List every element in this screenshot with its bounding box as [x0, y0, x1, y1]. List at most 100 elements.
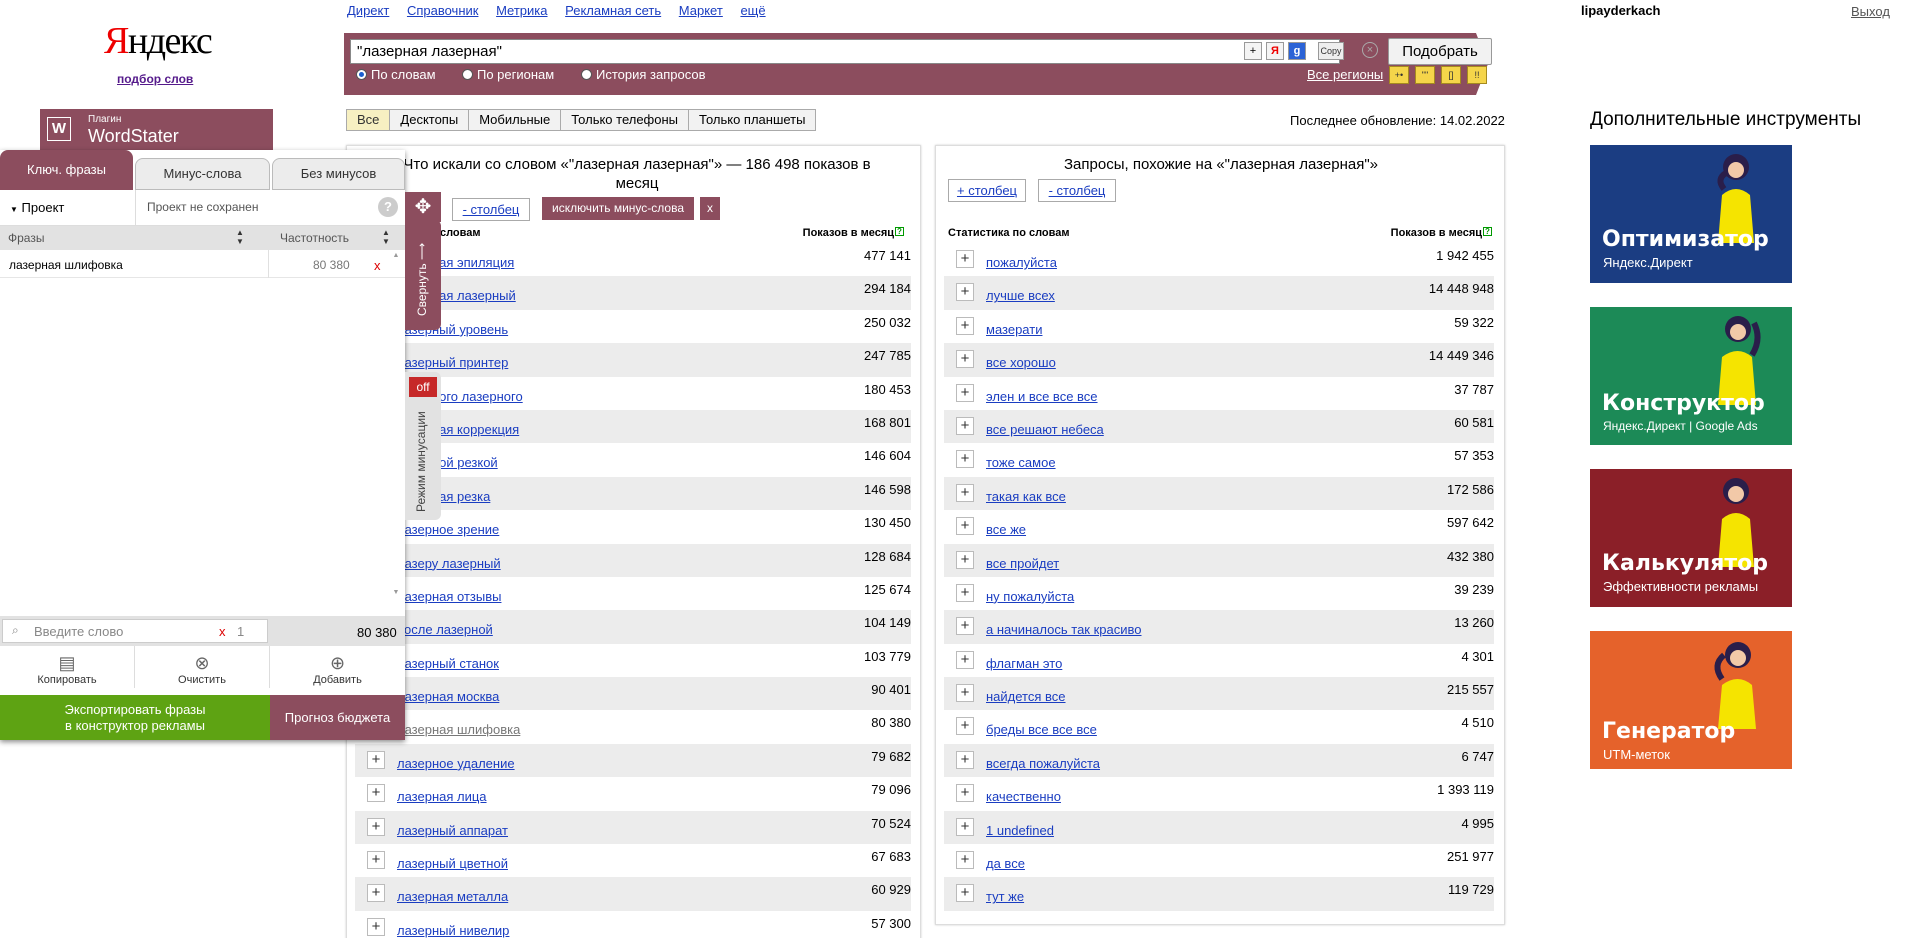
move-icon[interactable]: ✥: [405, 192, 441, 222]
scroll-up-icon[interactable]: ▲: [391, 252, 401, 259]
promo-constructor[interactable]: Конструктор Яндекс.Директ | Google Ads: [1590, 307, 1792, 445]
phrase-link[interactable]: 1 undefined: [986, 823, 1054, 838]
phrase-link[interactable]: элен и все все все: [986, 389, 1098, 404]
phrase-link[interactable]: лазерная лица: [397, 789, 487, 804]
project-name-field[interactable]: Проект не сохранен: [147, 200, 258, 214]
tab-phones[interactable]: Только телефоны: [560, 109, 690, 131]
add-phrase-button[interactable]: +: [956, 784, 974, 803]
copy-button[interactable]: ▤ Копировать: [0, 646, 135, 688]
right-remove-column-button[interactable]: - столбец: [1038, 179, 1116, 202]
phrase-link[interactable]: найдется все: [986, 689, 1066, 704]
search-clear-button[interactable]: x: [219, 624, 226, 639]
add-phrase-button[interactable]: +: [956, 550, 974, 569]
phrase-link[interactable]: после лазерной: [397, 622, 493, 637]
user-name[interactable]: lipayderkach: [1581, 3, 1661, 18]
add-phrase-button[interactable]: +: [956, 483, 974, 502]
google-search-button[interactable]: g: [1288, 42, 1306, 60]
add-phrase-button[interactable]: +: [956, 450, 974, 469]
add-phrase-button[interactable]: +: [367, 784, 385, 803]
yandex-search-button[interactable]: Я: [1266, 42, 1284, 60]
nav-adnet[interactable]: Рекламная сеть: [565, 3, 661, 18]
exclude-minus-words-button[interactable]: исключить минус-слова: [542, 197, 694, 220]
add-phrase-button[interactable]: +: [956, 650, 974, 669]
add-phrase-button[interactable]: +: [367, 851, 385, 870]
phrase-link[interactable]: лазерный принтер: [397, 355, 508, 370]
phrase-link[interactable]: все хорошо: [986, 355, 1056, 370]
budget-forecast-button[interactable]: Прогноз бюджета: [270, 695, 405, 740]
tab-mobile[interactable]: Мобильные: [468, 109, 562, 131]
remove-phrase-button[interactable]: x: [374, 258, 381, 273]
exclude-close-button[interactable]: x: [700, 197, 720, 220]
phrase-link[interactable]: лучше всех: [986, 288, 1055, 303]
left-remove-column-button[interactable]: - столбец: [452, 198, 530, 221]
phrase-link[interactable]: все пройдет: [986, 556, 1059, 571]
add-phrase-button[interactable]: +: [956, 283, 974, 302]
phrase-link[interactable]: лазерный цветной: [397, 856, 508, 871]
scroll-down-icon[interactable]: ▼: [391, 589, 401, 596]
export-phrases-button[interactable]: Экспортировать фразы в конструктор рекла…: [0, 695, 270, 740]
add-phrase-button[interactable]: +: [956, 851, 974, 870]
phrase-link[interactable]: всегда пожалуйста: [986, 756, 1100, 771]
search-input[interactable]: "лазерная лазерная": [350, 39, 1340, 64]
phrase-link[interactable]: качественно: [986, 789, 1061, 804]
phrase-link[interactable]: мазерати: [986, 322, 1042, 337]
find-button[interactable]: Подобрать: [1388, 38, 1492, 65]
add-phrase-button[interactable]: +: [367, 750, 385, 769]
add-phrase-button[interactable]: +: [956, 884, 974, 903]
phrase-link[interactable]: лазерная металла: [397, 889, 508, 904]
clear-icon[interactable]: ×: [1362, 42, 1378, 58]
logout-link[interactable]: Выход: [1851, 4, 1890, 19]
phrase-link[interactable]: лазерное удаление: [397, 756, 515, 771]
phrase-link[interactable]: такая как все: [986, 489, 1066, 504]
phrase-link[interactable]: лазерный нивелир: [397, 923, 509, 938]
phrase-link[interactable]: пожалуйста: [986, 255, 1057, 270]
add-phrase-button[interactable]: +: [956, 416, 974, 435]
logo-subtitle-link[interactable]: подбор слов: [117, 72, 193, 86]
add-phrase-button[interactable]: +: [956, 750, 974, 769]
clear-button[interactable]: ⊗ Очистить: [135, 646, 270, 688]
add-phrase-button[interactable]: +: [956, 583, 974, 602]
add-phrase-button[interactable]: +: [367, 884, 385, 903]
add-button[interactable]: ⊕ Добавить: [270, 646, 405, 688]
phrase-link[interactable]: лазерная москва: [397, 689, 499, 704]
sort-icon[interactable]: ▲ ▼: [236, 228, 244, 246]
radio-by-words[interactable]: По словам: [356, 67, 436, 82]
add-phrase-button[interactable]: +: [956, 383, 974, 402]
add-phrase-button[interactable]: +: [367, 817, 385, 836]
phrase-link[interactable]: а начиналось так красиво: [986, 622, 1142, 637]
phrase-link[interactable]: все же: [986, 522, 1026, 537]
tab-key-phrases[interactable]: Ключ. фразы: [0, 150, 133, 190]
add-phrase-button[interactable]: +: [367, 917, 385, 936]
phrase-link[interactable]: лазерная отзывы: [397, 589, 501, 604]
nav-more[interactable]: ещё: [740, 3, 765, 18]
plugin-phrase[interactable]: лазерная шлифовка: [9, 258, 123, 272]
phrase-link[interactable]: бреды все все все: [986, 722, 1097, 737]
tab-tablets[interactable]: Только планшеты: [688, 109, 817, 131]
tab-minus-words[interactable]: Минус-слова: [135, 158, 270, 190]
add-operator-button[interactable]: +: [1244, 42, 1262, 60]
help-icon[interactable]: ?: [378, 197, 398, 217]
phrase-link[interactable]: флагман это: [986, 656, 1062, 671]
add-phrase-button[interactable]: +: [956, 350, 974, 369]
nav-direct[interactable]: Директ: [347, 3, 389, 18]
collapse-tab[interactable]: Свернуть ⟶: [405, 220, 441, 330]
add-phrase-button[interactable]: +: [956, 617, 974, 636]
project-dropdown[interactable]: ▼ Проект: [10, 200, 64, 215]
right-add-column-button[interactable]: + столбец: [948, 179, 1026, 202]
quote-button-4[interactable]: !!: [1467, 66, 1487, 84]
nav-help[interactable]: Справочник: [407, 3, 479, 18]
add-phrase-button[interactable]: +: [956, 817, 974, 836]
help-icon[interactable]: ?: [1483, 227, 1492, 236]
phrase-link[interactable]: лазерная шлифовка: [397, 722, 520, 737]
add-phrase-button[interactable]: +: [956, 717, 974, 736]
yandex-logo[interactable]: Яндекс: [104, 22, 213, 60]
radio-by-regions[interactable]: По регионам: [462, 67, 554, 82]
add-phrase-button[interactable]: +: [956, 250, 974, 268]
add-phrase-button[interactable]: +: [956, 684, 974, 703]
sort-icon[interactable]: ▲ ▼: [382, 228, 390, 246]
add-phrase-button[interactable]: +: [956, 316, 974, 335]
promo-generator[interactable]: Генератор UTM-меток: [1590, 631, 1792, 769]
quote-button-3[interactable]: []: [1441, 66, 1461, 84]
phrase-link[interactable]: тут же: [986, 889, 1024, 904]
quote-button-2[interactable]: "": [1415, 66, 1435, 84]
